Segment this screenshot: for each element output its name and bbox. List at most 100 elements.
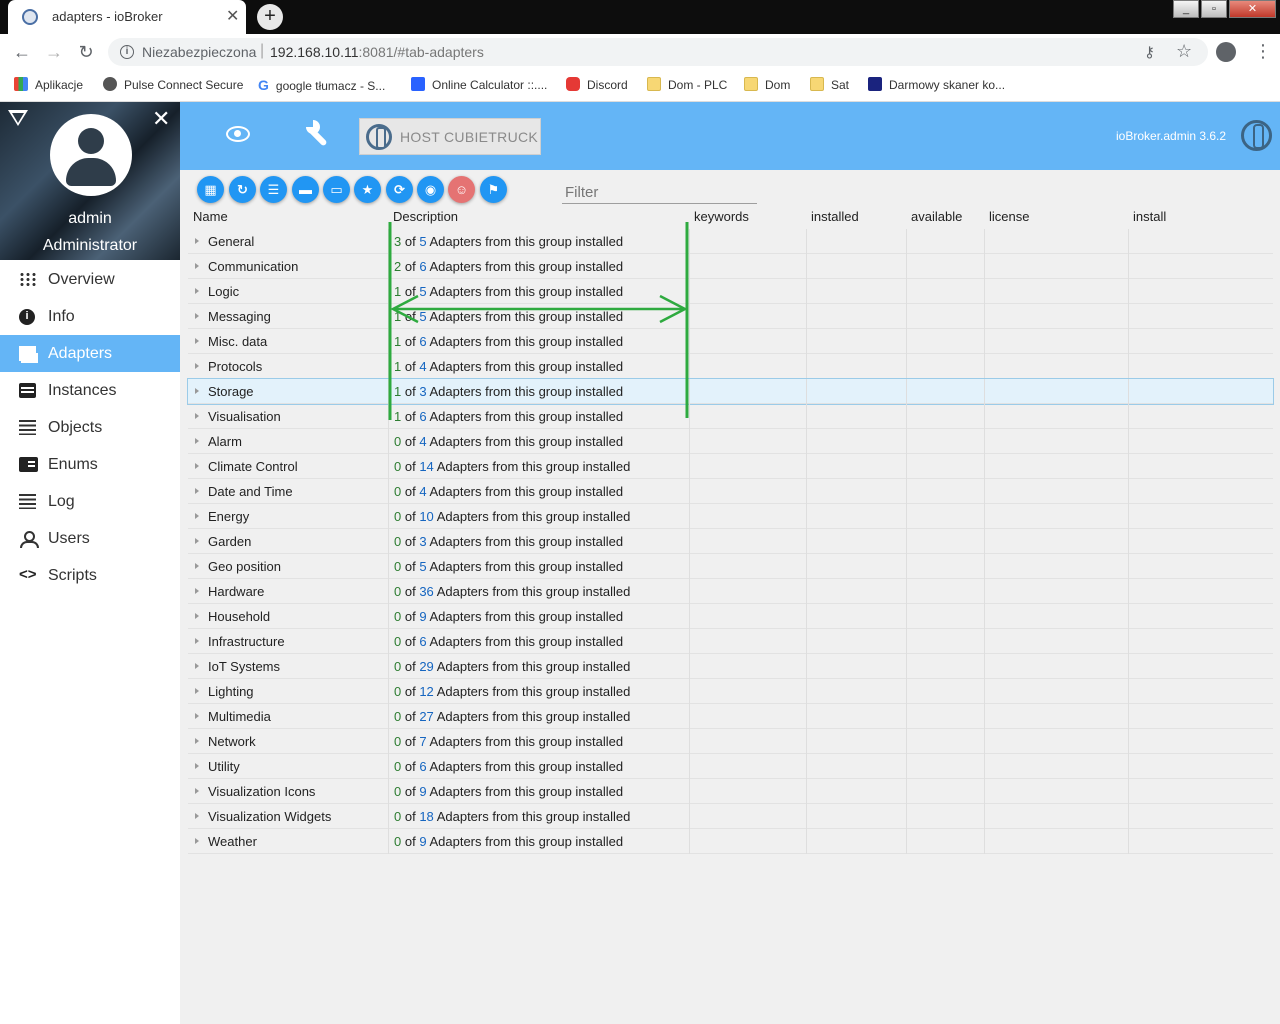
column-header-description[interactable]: Description [393,209,458,224]
column-header-license[interactable]: license [989,209,1029,224]
profile-avatar-icon[interactable] [1216,42,1236,62]
back-arrow-icon[interactable]: ← [10,40,34,64]
expand-arrow-icon[interactable] [195,688,199,694]
expand-arrow-icon[interactable] [195,338,199,344]
wrench-icon[interactable] [304,120,332,148]
bookmark-pulse[interactable]: Pulse Connect Secure [103,77,243,92]
folder-open-icon[interactable]: ▭ [323,176,350,203]
new-tab-button[interactable]: + [257,4,283,30]
column-header-available[interactable]: available [911,209,962,224]
tiles-view-icon[interactable]: ▦ [197,176,224,203]
table-row[interactable]: Communication 2 of 6 Adapters from this g… [188,254,1273,279]
table-row[interactable]: IoT Systems 0 of 29 Adapters from this gr… [188,654,1273,679]
avatar[interactable] [50,114,132,196]
table-row[interactable]: Logic 1 of 5 Adapters from this group ins… [188,279,1273,304]
expand-arrow-icon[interactable] [195,313,199,319]
window-minimize-button[interactable]: _ [1173,0,1199,18]
expand-arrow-icon[interactable] [195,438,199,444]
table-row[interactable]: Network 0 of 7 Adapters from this group i… [188,729,1273,754]
list-view-icon[interactable]: ☰ [260,176,287,203]
sidebar-close-icon[interactable]: ✕ [152,106,170,132]
expand-arrow-icon[interactable] [195,388,199,394]
refresh-icon[interactable]: ↻ [229,176,256,203]
table-row[interactable]: Alarm 0 of 4 Adapters from this group ins… [188,429,1273,454]
table-row[interactable]: Storage 1 of 3 Adapters from this group i… [187,378,1274,405]
table-row[interactable]: Infrastructure 0 of 6 Adapters from this … [188,629,1273,654]
sidebar-item-scripts[interactable]: <> Scripts [0,557,180,594]
expand-arrow-icon[interactable] [195,288,199,294]
table-row[interactable]: General 3 of 5 Adapters from this group i… [188,229,1273,254]
bookmark-dom[interactable]: Dom [744,77,790,92]
bookmark-discord[interactable]: Discord [566,77,628,92]
star-icon[interactable]: ★ [354,176,381,203]
expand-arrow-icon[interactable] [195,588,199,594]
table-row[interactable]: Messaging 1 of 5 Adapters from this group… [188,304,1273,329]
expand-arrow-icon[interactable] [195,663,199,669]
expand-arrow-icon[interactable] [195,638,199,644]
sidebar-item-instances[interactable]: Instances [0,372,180,409]
expand-arrow-icon[interactable] [195,613,199,619]
browser-tab[interactable]: adapters - ioBroker ✕ [8,0,246,34]
table-row[interactable]: Visualisation 1 of 6 Adapters from this g… [188,404,1273,429]
table-row[interactable]: Multimedia 0 of 27 Adapters from this gro… [188,704,1273,729]
bookmark-sat[interactable]: Sat [810,77,849,92]
github-icon[interactable]: ◉ [417,176,444,203]
forward-arrow-icon[interactable]: → [42,40,66,64]
column-header-keywords[interactable]: keywords [694,209,749,224]
expand-arrow-icon[interactable] [195,788,199,794]
table-row[interactable]: Weather 0 of 9 Adapters from this group i… [188,829,1273,854]
bookmark-apps[interactable]: Aplikacje [14,77,83,92]
bookmark-calculator[interactable]: Online Calculator ::.... [411,77,547,92]
expand-arrow-icon[interactable] [195,488,199,494]
expand-arrow-icon[interactable] [195,838,199,844]
table-row[interactable]: Lighting 0 of 12 Adapters from this group… [188,679,1273,704]
iobroker-logo-icon[interactable] [1241,120,1272,151]
expand-arrow-icon[interactable] [195,463,199,469]
column-header-name[interactable]: Name [193,209,228,224]
reload-icon[interactable]: ↻ [74,40,98,64]
flag-icon[interactable]: ⚑ [480,176,507,203]
expand-arrow-icon[interactable] [195,738,199,744]
table-row[interactable]: Utility 0 of 6 Adapters from this group i… [188,754,1273,779]
info-icon[interactable]: i [120,45,134,59]
table-row[interactable]: Climate Control 0 of 14 Adapters from thi… [188,454,1273,479]
column-header-installed[interactable]: installed [811,209,859,224]
filter-input[interactable] [562,182,757,204]
table-row[interactable]: Energy 0 of 10 Adapters from this group i… [188,504,1273,529]
table-row[interactable]: Visualization Widgets 0 of 18 Adapters fr… [188,804,1273,829]
expand-arrow-icon[interactable] [195,813,199,819]
sidebar-item-info[interactable]: i Info [0,298,180,335]
folder-icon[interactable]: ▬ [292,176,319,203]
key-icon[interactable]: ⚷ [1144,43,1155,61]
expand-arrow-icon[interactable] [195,713,199,719]
expand-arrow-icon[interactable] [195,238,199,244]
update-icon[interactable]: ⟳ [386,176,413,203]
url-text[interactable]: 192.168.10.11:8081/#tab-adapters [270,44,484,60]
host-selector-button[interactable]: HOST CUBIETRUCK [359,118,541,155]
expand-arrow-icon[interactable] [195,413,199,419]
expand-arrow-icon[interactable] [195,563,199,569]
window-maximize-button[interactable]: ▫ [1201,0,1227,18]
expand-arrow-icon[interactable] [195,263,199,269]
browser-menu-icon[interactable]: ⋮ [1254,41,1272,62]
sidebar-item-log[interactable]: Log [0,483,180,520]
bookmark-star-icon[interactable]: ☆ [1176,41,1192,62]
table-row[interactable]: Hardware 0 of 36 Adapters from this group… [188,579,1273,604]
table-row[interactable]: Misc. data 1 of 6 Adapters from this grou… [188,329,1273,354]
sidebar-item-enums[interactable]: Enums [0,446,180,483]
table-row[interactable]: Date and Time 0 of 4 Adapters from this g… [188,479,1273,504]
expand-arrow-icon[interactable] [195,538,199,544]
bookmark-scanner[interactable]: Darmowy skaner ko... [868,77,1005,92]
expand-arrow-icon[interactable] [195,363,199,369]
expand-arrow-icon[interactable] [195,763,199,769]
bookmark-dom-plc[interactable]: Dom - PLC [647,77,727,92]
user-contact-icon[interactable]: ☺ [448,176,475,203]
table-row[interactable]: Household 0 of 9 Adapters from this group… [188,604,1273,629]
sidebar-item-overview[interactable]: Overview [0,261,180,298]
table-row[interactable]: Garden 0 of 3 Adapters from this group in… [188,529,1273,554]
sidebar-item-objects[interactable]: Objects [0,409,180,446]
column-header-install[interactable]: install [1133,209,1166,224]
table-row[interactable]: Protocols 1 of 4 Adapters from this group… [188,354,1273,379]
eye-icon[interactable] [226,126,250,142]
expand-arrow-icon[interactable] [195,513,199,519]
